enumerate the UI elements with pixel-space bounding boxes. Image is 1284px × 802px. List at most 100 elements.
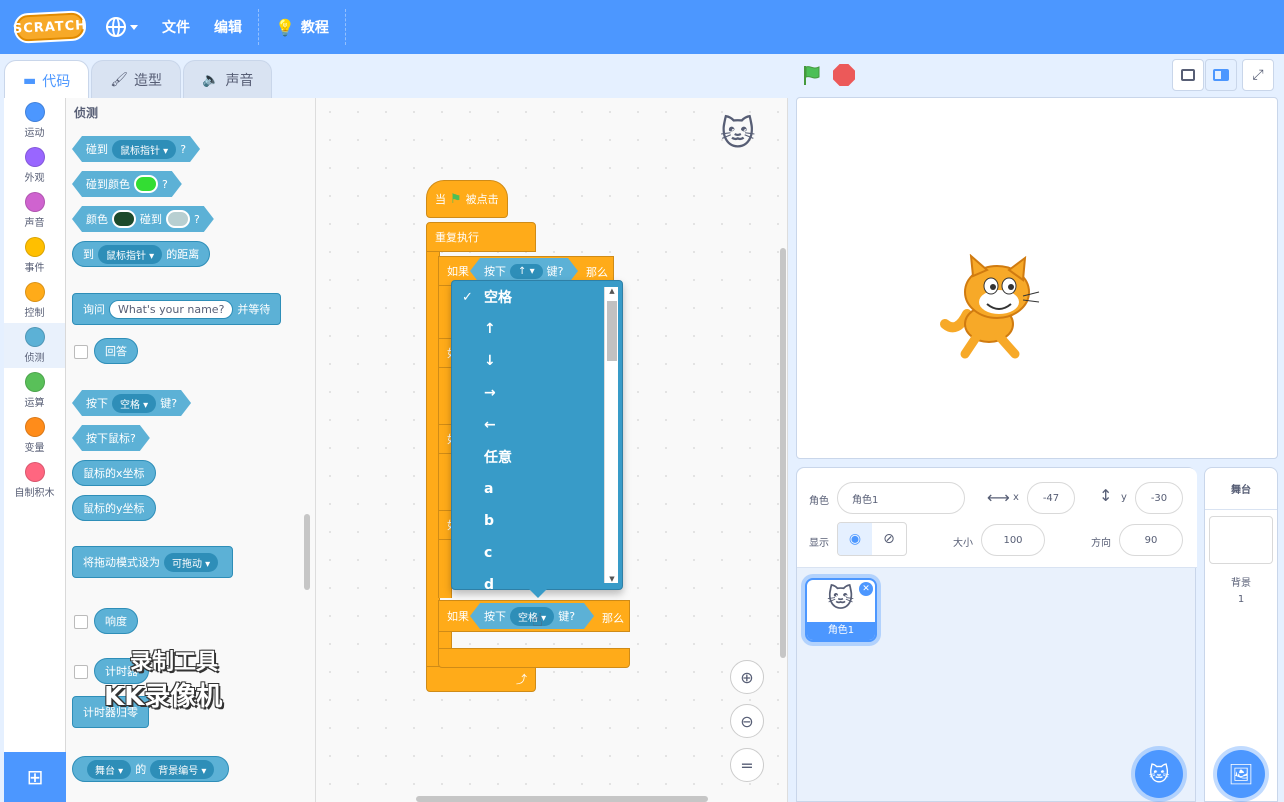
color-swatch[interactable]: [134, 175, 158, 193]
cat-sprite[interactable]: [937, 254, 1042, 362]
sprite-name-input[interactable]: 角色1: [837, 482, 965, 514]
dropdown-option[interactable]: a: [452, 473, 622, 505]
answer-block[interactable]: 回答: [94, 338, 138, 364]
y-label: y: [1121, 492, 1127, 503]
stage-canvas[interactable]: [796, 97, 1278, 459]
stage-title: 舞台: [1205, 468, 1277, 510]
category-label: 事件: [24, 263, 45, 274]
scroll-down-icon[interactable]: ▼: [605, 575, 619, 583]
category-motion[interactable]: 运动: [4, 98, 65, 143]
delete-sprite-icon[interactable]: ✕: [859, 582, 873, 596]
green-flag-button[interactable]: [801, 64, 823, 86]
color-touching-color-block[interactable]: 颜色 碰到 ?: [72, 206, 214, 232]
edit-menu[interactable]: 编辑: [202, 0, 254, 54]
category-dot: [24, 327, 45, 347]
palette-scrollbar[interactable]: [304, 514, 310, 590]
category-events[interactable]: 事件: [4, 233, 65, 278]
touching-color-block[interactable]: 碰到颜色 ?: [72, 171, 182, 197]
dropdown-option[interactable]: →: [452, 377, 622, 409]
loudness-block[interactable]: 响度: [94, 608, 138, 634]
scroll-up-icon[interactable]: ▲: [605, 287, 619, 295]
dropdown-option[interactable]: 任意: [452, 441, 622, 473]
category-dot: [24, 102, 45, 122]
show-button[interactable]: ◉: [838, 523, 872, 555]
category-sound[interactable]: 声音: [4, 188, 65, 233]
add-sprite-button[interactable]: 🐱: [1135, 750, 1183, 798]
mouse-down-block[interactable]: 按下鼠标?: [72, 425, 150, 451]
zoom-out-icon: ⊖: [740, 711, 754, 731]
tab-sounds[interactable]: 🔈 声音: [183, 60, 273, 98]
dropdown-option[interactable]: ↑: [452, 313, 622, 345]
stop-button[interactable]: [833, 64, 855, 86]
zoom-reset-button[interactable]: =: [730, 748, 764, 782]
mouse-x-block[interactable]: 鼠标的x坐标: [72, 460, 156, 486]
add-backdrop-button[interactable]: 🖼: [1217, 750, 1265, 798]
drag-mode-dropdown[interactable]: 可拖动 ▾: [164, 552, 219, 572]
ask-input[interactable]: What's your name?: [109, 299, 234, 319]
dropdown-value: 鼠标指针: [120, 145, 160, 157]
set-drag-mode-block[interactable]: 将拖动模式设为 可拖动 ▾: [72, 546, 234, 578]
category-variables[interactable]: 变量: [4, 413, 65, 458]
zoom-in-button[interactable]: ⊕: [730, 660, 764, 694]
key-dropdown[interactable]: 空格 ▾: [112, 394, 156, 413]
workspace-scrollbar-vertical[interactable]: [780, 248, 786, 658]
forever-block[interactable]: 重复执行: [426, 222, 536, 252]
zoom-out-button[interactable]: ⊖: [730, 704, 764, 738]
then-label-2: 那么: [602, 612, 624, 625]
mouse-y-block[interactable]: 鼠标的y坐标: [72, 495, 156, 521]
file-menu[interactable]: 文件: [150, 0, 202, 54]
dropdown-option[interactable]: b: [452, 505, 622, 537]
answer-checkbox[interactable]: [74, 345, 88, 359]
category-my-blocks[interactable]: 自制积木: [4, 458, 65, 503]
fullscreen-button[interactable]: ⤢: [1242, 59, 1274, 91]
key-dropdown[interactable]: ↑ ▾: [510, 264, 543, 279]
touching-dropdown[interactable]: 鼠标指针 ▾: [112, 140, 176, 159]
small-stage-button[interactable]: [1172, 59, 1204, 91]
tab-costumes[interactable]: 🖌 造型: [91, 60, 182, 98]
add-extension-button[interactable]: ⊞: [4, 752, 66, 802]
y-input[interactable]: -30: [1135, 482, 1183, 514]
language-menu[interactable]: [94, 0, 150, 54]
category-dot: [24, 147, 45, 167]
distance-dropdown[interactable]: 鼠标指针 ▾: [98, 244, 163, 264]
x-input[interactable]: -47: [1027, 482, 1075, 514]
key-pressed-block[interactable]: 按下 空格 ▾ 键?: [72, 390, 191, 416]
extension-icon: ⊞: [26, 765, 44, 789]
dropdown-scrollbar[interactable]: ▲ ▼: [604, 287, 618, 583]
category-control[interactable]: 控制: [4, 278, 65, 323]
backdrop-label: 背景: [1231, 578, 1251, 589]
category-operators[interactable]: 运算: [4, 368, 65, 413]
color-swatch[interactable]: [112, 210, 136, 228]
dropdown-option[interactable]: c: [452, 537, 622, 569]
hide-button[interactable]: ⊘: [872, 523, 906, 555]
tab-code[interactable]: ▬ 代码: [4, 60, 90, 100]
touching-block[interactable]: 碰到 鼠标指针 ▾ ?: [72, 136, 200, 162]
stage-thumbnail[interactable]: [1209, 516, 1273, 564]
large-stage-button[interactable]: [1205, 59, 1237, 91]
visibility-toggle: ◉ ⊘: [837, 522, 907, 556]
dropdown-option[interactable]: ←: [452, 409, 622, 441]
property-dropdown[interactable]: 背景编号 ▾: [150, 759, 215, 779]
when-flag-clicked-block[interactable]: 当 ⚑ 被点击: [426, 180, 508, 218]
block-text: 键?: [546, 265, 564, 278]
target-dropdown[interactable]: 舞台 ▾: [87, 759, 132, 779]
dropdown-option[interactable]: ↓: [452, 345, 622, 377]
dropdown-option[interactable]: d: [452, 569, 622, 589]
scratch-logo[interactable]: SCRATCH: [13, 10, 87, 44]
backdrop-of-stage-block[interactable]: 舞台 ▾ 的 背景编号 ▾: [72, 756, 230, 782]
category-sensing[interactable]: 侦测: [4, 323, 65, 368]
sprite-tile[interactable]: 🐱 ✕ 角色1: [805, 578, 877, 642]
ask-and-wait-block[interactable]: 询问 What's your name? 并等待: [72, 293, 282, 325]
dropdown-option[interactable]: 空格: [452, 281, 622, 313]
timer-checkbox[interactable]: [74, 665, 88, 679]
distance-to-block[interactable]: 到 鼠标指针 ▾ 的距离: [72, 241, 211, 267]
direction-input[interactable]: 90: [1119, 524, 1183, 556]
workspace-scrollbar-horizontal[interactable]: [416, 796, 708, 802]
dropdown-scroll-thumb[interactable]: [607, 301, 617, 361]
loudness-checkbox[interactable]: [74, 615, 88, 629]
color-swatch[interactable]: [166, 210, 190, 228]
tutorials-menu[interactable]: 💡 教程: [263, 0, 341, 54]
stage-selector[interactable]: 舞台 背景 1 🖼: [1204, 467, 1278, 802]
category-looks[interactable]: 外观: [4, 143, 65, 188]
size-input[interactable]: 100: [981, 524, 1045, 556]
